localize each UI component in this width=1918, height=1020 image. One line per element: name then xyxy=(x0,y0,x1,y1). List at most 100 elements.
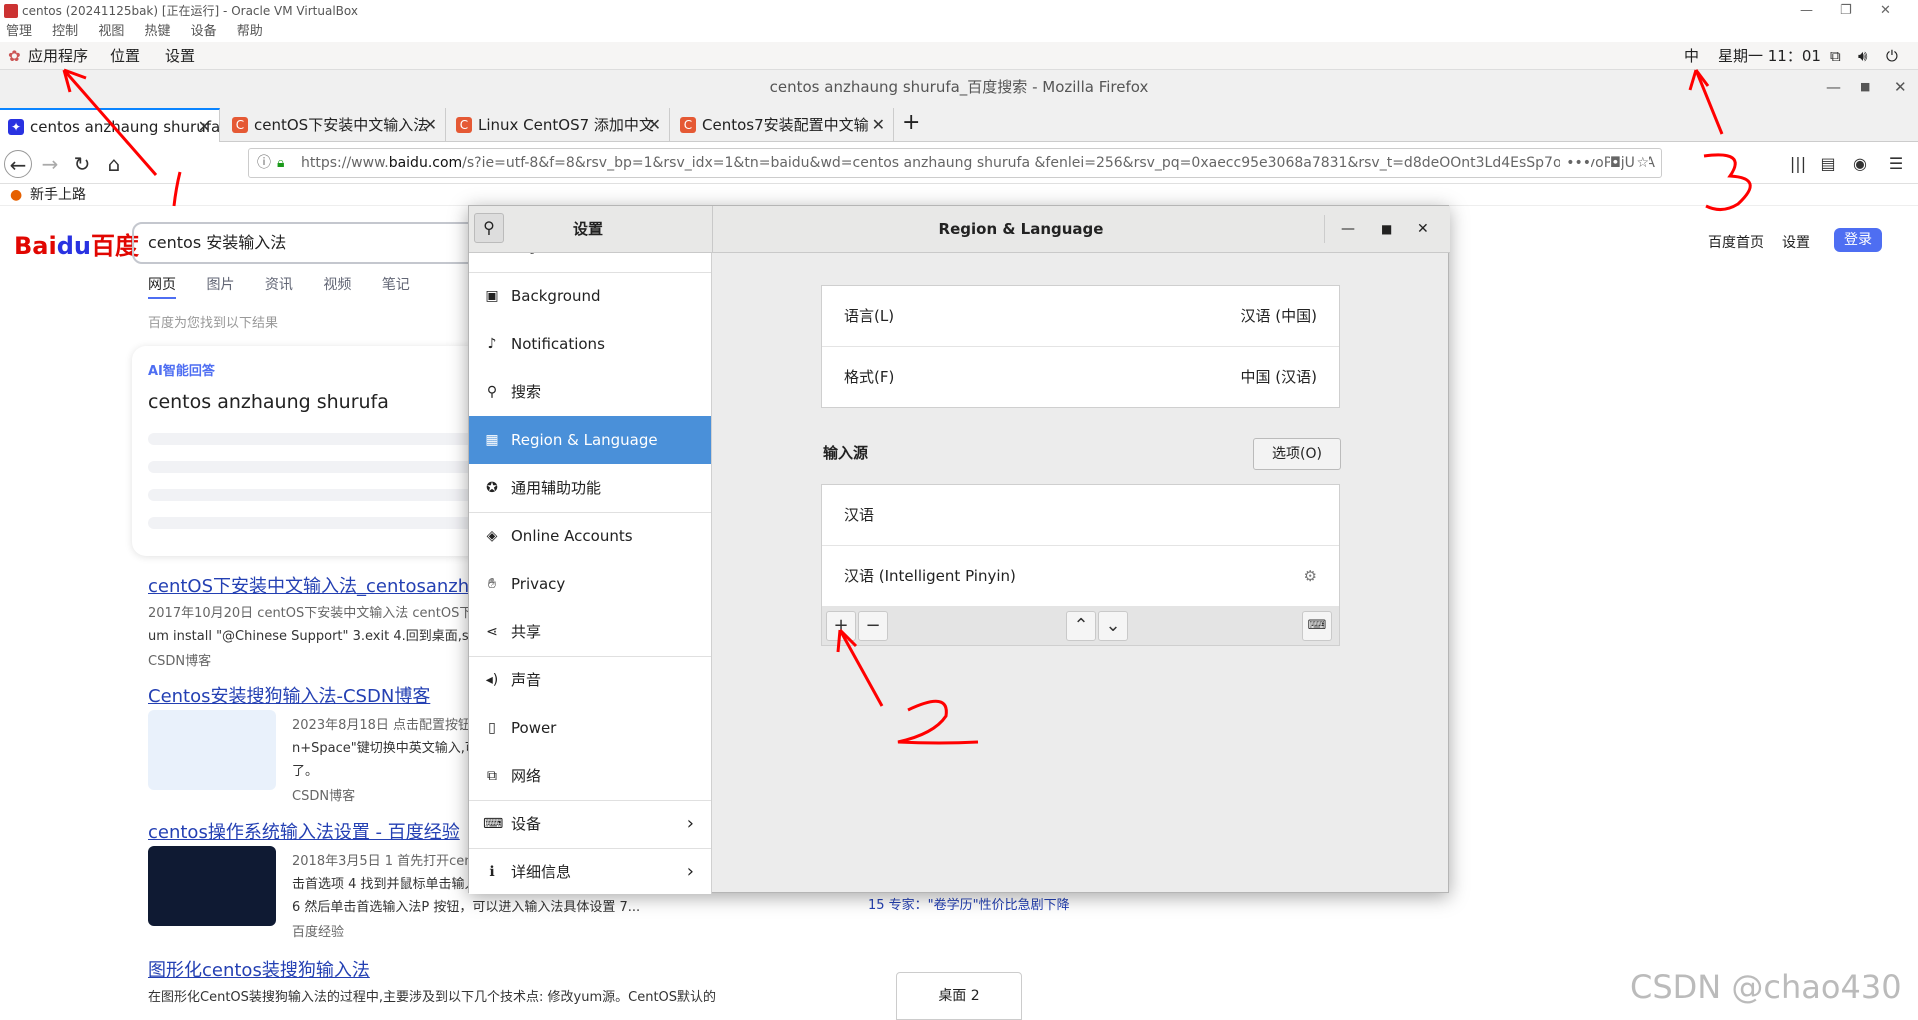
tab-web[interactable]: 网页 xyxy=(148,277,176,299)
sidebar-item-devices[interactable]: ⌨ 设备 › xyxy=(469,800,711,848)
tab-csdn-1[interactable]: C centOS下安装中文输入法 ✕ xyxy=(224,108,446,142)
format-row[interactable]: 格式(F) 中国 (汉语) xyxy=(822,347,1339,408)
move-up-button[interactable]: ⌃ xyxy=(1066,611,1096,641)
bookmark-getting-started[interactable]: 新手上路 xyxy=(30,187,86,203)
power-icon[interactable]: ⏻ xyxy=(1886,42,1898,70)
applications-menu[interactable]: 应用程序 xyxy=(28,42,88,70)
volume-icon[interactable]: 🔊︎ xyxy=(1858,42,1867,70)
language-value: 汉语 (中国) xyxy=(1240,307,1317,325)
settings-menu[interactable]: 设置 xyxy=(165,42,195,70)
sidebar-item-network[interactable]: ⧉ 网络 xyxy=(469,752,711,800)
pocket-icon[interactable]: ◘ xyxy=(1609,149,1621,177)
tab-close-icon[interactable]: ✕ xyxy=(648,108,661,142)
sidebar-item-region-language[interactable]: ▦ Region & Language xyxy=(469,416,711,464)
ff-maximize-icon[interactable]: ■ xyxy=(1860,70,1870,104)
input-source-row[interactable]: 汉语 (Intelligent Pinyin) ⚙ xyxy=(822,546,1339,607)
tab-close-icon[interactable]: ✕ xyxy=(872,108,885,142)
sidebar-item-privacy[interactable]: ✋︎ Privacy xyxy=(469,560,711,608)
tab-news[interactable]: 资讯 xyxy=(265,277,293,293)
result-title[interactable]: 图形化centos装搜狗输入法 xyxy=(148,960,370,981)
tab-video[interactable]: 视频 xyxy=(323,277,351,293)
tab-images[interactable]: 图片 xyxy=(206,277,234,293)
sidebar-item-details[interactable]: ℹ 详细信息 › xyxy=(469,848,711,894)
result-title[interactable]: centOS下安装中文输入法_centosanzhua xyxy=(148,576,492,597)
language-row[interactable]: 语言(L) 汉语 (中国) xyxy=(822,286,1339,347)
workspace-switcher[interactable]: 桌面 2 xyxy=(896,972,1022,1020)
baidu-logo[interactable]: Baidu百度 xyxy=(14,226,139,261)
sidebar-icon[interactable]: ▤ xyxy=(1814,150,1842,178)
vbox-menu-control[interactable]: 控制 xyxy=(52,24,78,39)
chevron-right-icon: › xyxy=(686,861,694,882)
sidebar-item-accessibility[interactable]: ✪ 通用辅助功能 xyxy=(469,464,711,512)
clock[interactable]: 星期一 11：01 xyxy=(1718,42,1821,70)
input-method-indicator[interactable]: 中 xyxy=(1684,42,1699,70)
new-tab-icon[interactable]: + xyxy=(902,110,920,135)
result-source[interactable]: 百度经验 xyxy=(292,921,640,940)
ai-query: centos anzhaung shurufa xyxy=(148,391,389,413)
result-title[interactable]: centos操作系统输入法设置 - 百度经验 xyxy=(148,822,460,843)
search-input[interactable]: centos 安装输入法 xyxy=(132,222,492,264)
options-button[interactable]: 选项(O) xyxy=(1253,438,1341,470)
sidebar-item-power[interactable]: ▯ Power xyxy=(469,704,711,752)
tab-notes[interactable]: 笔记 xyxy=(382,277,410,293)
tab-close-icon[interactable]: ✕ xyxy=(198,110,211,142)
close-icon[interactable]: ✕ xyxy=(1417,206,1429,252)
tab-csdn-2[interactable]: C Linux CentOS7 添加中文 ✕ xyxy=(448,108,670,142)
ff-close-icon[interactable]: ✕ xyxy=(1894,70,1907,104)
page-actions-icon[interactable]: ••• xyxy=(1560,149,1591,177)
keyboard-layout-button[interactable]: ⌨ xyxy=(1302,611,1332,641)
places-menu[interactable]: 位置 xyxy=(110,42,140,70)
hot-search-item[interactable]: 15 专家："卷学历"性价比急剧下降 xyxy=(868,894,1070,913)
info-icon[interactable]: ⓘ xyxy=(257,149,271,177)
tab-baidu[interactable]: ✦ centos anzhaung shurufa ✕ xyxy=(0,108,220,142)
result-source[interactable]: CSDN博客 xyxy=(292,785,484,804)
vbox-menu-hotkeys[interactable]: 热键 xyxy=(144,24,170,39)
login-button[interactable]: 登录 xyxy=(1834,228,1882,252)
url-bar[interactable]: ⓘ 🔒︎ https://www.baidu.com/s?ie=utf-8&f=… xyxy=(248,148,1662,178)
language-format-frame: 语言(L) 汉语 (中国) 格式(F) 中国 (汉语) xyxy=(821,285,1340,408)
vbox-menu-help[interactable]: 帮助 xyxy=(237,24,263,39)
restore-icon[interactable]: ❐ xyxy=(1840,0,1852,22)
baidu-settings-link[interactable]: 设置 xyxy=(1782,232,1810,252)
maximize-icon[interactable]: ■ xyxy=(1381,206,1392,252)
ff-minimize-icon[interactable]: — xyxy=(1826,70,1841,104)
result-title[interactable]: Centos安装搜狗输入法-CSDN博客 xyxy=(148,686,430,707)
result-source[interactable]: CSDN博客 xyxy=(148,650,502,669)
back-icon[interactable]: ← xyxy=(4,150,32,178)
bookmark-star-icon[interactable]: ☆ xyxy=(1636,149,1649,177)
power-icon: ▯ xyxy=(488,720,496,736)
move-down-button[interactable]: ⌄ xyxy=(1098,611,1128,641)
sidebar-item-search[interactable]: ⚲ 搜索 xyxy=(469,368,711,416)
tab-close-icon[interactable]: ✕ xyxy=(424,108,437,142)
tab-label: centOS下安装中文输入法 xyxy=(254,116,429,134)
result-thumbnail[interactable] xyxy=(148,846,276,926)
sidebar-item-display[interactable]: ▭显示 xyxy=(469,253,711,271)
vbox-menu-manage[interactable]: 管理 xyxy=(6,24,32,39)
menu-icon[interactable]: ☰ xyxy=(1882,150,1910,178)
vbox-menu-view[interactable]: 视图 xyxy=(98,24,124,39)
sidebar-item-sound[interactable]: ◂) 声音 xyxy=(469,656,711,704)
home-icon[interactable]: ⌂ xyxy=(100,150,128,178)
account-icon[interactable]: ◉ xyxy=(1846,150,1874,178)
sidebar-item-online-accounts[interactable]: ◈ Online Accounts xyxy=(469,512,711,560)
add-input-source-button[interactable]: + xyxy=(826,611,856,641)
tab-csdn-3[interactable]: C Centos7安装配置中文输 ✕ xyxy=(672,108,894,142)
minimize-icon[interactable]: — xyxy=(1800,0,1813,22)
baidu-home-link[interactable]: 百度首页 xyxy=(1708,232,1764,252)
sidebar-item-background[interactable]: ▣ Background xyxy=(469,272,711,320)
network-icon[interactable]: ⧉ xyxy=(1830,42,1841,70)
sidebar-item-notifications[interactable]: ♪ Notifications xyxy=(469,320,711,368)
search-icon[interactable]: ⚲ xyxy=(474,213,504,243)
library-icon[interactable]: ||| xyxy=(1784,150,1812,178)
result-thumbnail[interactable] xyxy=(148,710,276,790)
reload-icon[interactable]: ↻ xyxy=(68,150,96,178)
minimize-icon[interactable]: — xyxy=(1341,206,1355,252)
sidebar-item-sharing[interactable]: ⋖ 共享 xyxy=(469,608,711,656)
csdn-watermark: CSDN @chao430 xyxy=(1630,968,1902,1006)
gear-icon[interactable]: ⚙ xyxy=(1304,546,1317,607)
vbox-menu-devices[interactable]: 设备 xyxy=(191,24,217,39)
input-source-row[interactable]: 汉语 xyxy=(822,485,1339,546)
forward-icon[interactable]: → xyxy=(36,150,64,178)
remove-input-source-button[interactable]: − xyxy=(858,611,888,641)
close-icon[interactable]: ✕ xyxy=(1880,0,1891,22)
